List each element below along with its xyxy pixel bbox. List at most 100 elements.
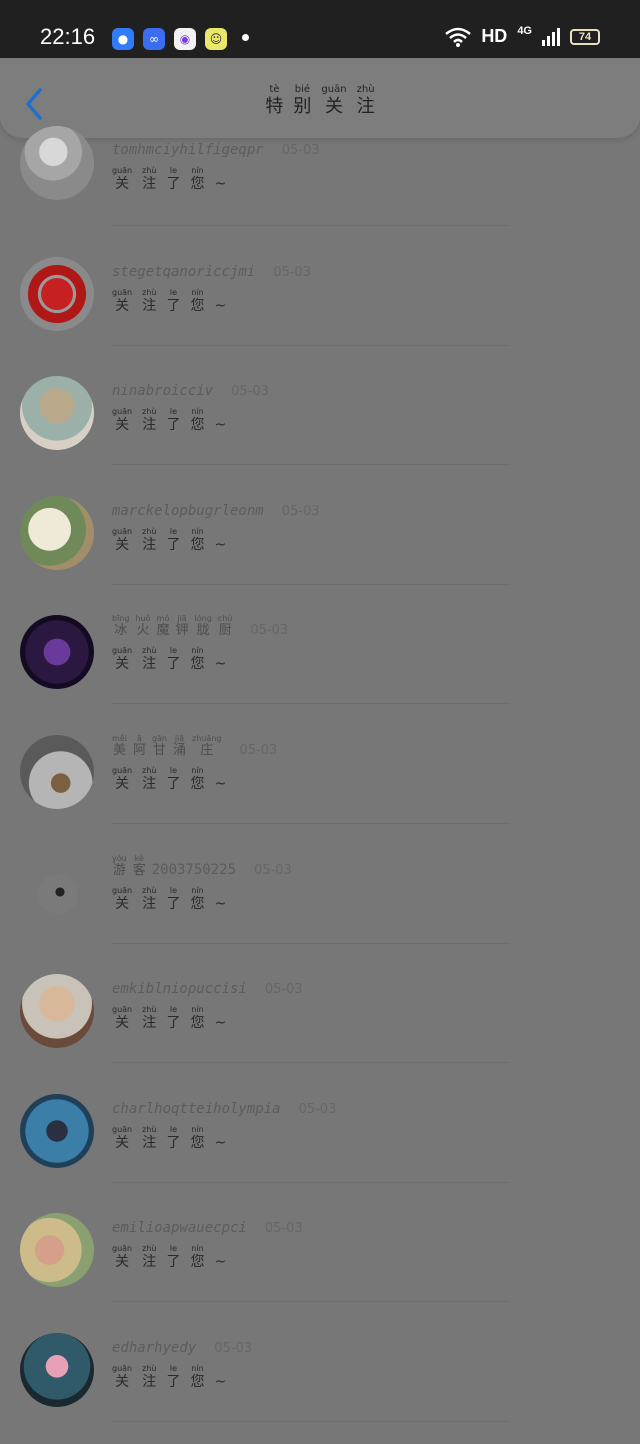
name-line: yóu 游 kè 客 2003750225 05-03 [112, 854, 292, 878]
list-item[interactable]: stegetqanoriccjmi 05-03 guān 关 zhù 注 le 了 nín 您 ~ [0, 248, 640, 368]
hanzi-text: 客 [132, 862, 146, 878]
pinyin-text: nín [191, 1005, 204, 1015]
pinyin-text: nín [191, 766, 204, 775]
hanzi-text: 注 [142, 297, 157, 314]
followed-you-text: guān 关 zhù 注 le 了 nín 您 ~ [112, 1244, 226, 1270]
name-line: stegetqanoriccjmi 05-03 [112, 264, 311, 280]
list-item[interactable]: marckelopbugrleonm 05-03 guān 关 zhù 注 le 了 nín 您 ~ [0, 487, 640, 607]
list-item[interactable]: emkiblniopuccisi 05-03 guān 关 zhù 注 le 了 nín 您 ~ [0, 965, 640, 1085]
avatar[interactable] [20, 126, 94, 200]
pinyin-text: nín [191, 1364, 204, 1373]
followed-char: guān 关 [112, 1005, 132, 1031]
user-name[interactable]: charlhoqtteiholympia [112, 1101, 281, 1117]
list-item[interactable]: měi 美 ā 阿 gān 甘 jiā 涌 zhuāng 庄 05-03 guān 关 zhù 注 le 了 ní… [0, 726, 640, 846]
pinyin-text: le [169, 526, 178, 536]
followed-char: guān 关 [112, 527, 132, 553]
pinyin-text: nín [191, 287, 204, 297]
followed-char: nín 您 [190, 288, 204, 314]
hanzi-text: 了 [166, 1134, 181, 1151]
hanzi-text: 关 [115, 1134, 130, 1151]
pinyin-text: le [169, 1005, 178, 1015]
follow-date: 05-03 [231, 384, 269, 400]
followed-char: nín 您 [190, 646, 204, 672]
hanzi-text: 您 [190, 776, 205, 792]
name-char: lóng 胧 [195, 614, 212, 638]
pinyin-text: guān [112, 885, 133, 895]
pinyin-text: tè [269, 84, 280, 95]
user-name[interactable]: edharhyedy [112, 1340, 196, 1356]
list-item[interactable]: bīng 冰 huǒ 火 mó 魔 jiā 钾 lóng 胧 chú 厨 05-03 guān 关 zhù 注 l… [0, 606, 640, 726]
tilde-suffix: ~ [214, 776, 227, 792]
avatar[interactable] [20, 974, 94, 1049]
avatar[interactable] [20, 1333, 94, 1407]
pinyin-text: le [169, 885, 178, 895]
user-name[interactable]: stegetqanoriccjmi [112, 264, 255, 280]
list-item[interactable]: emilioapwauecpci 05-03 guān 关 zhù 注 le 了 nín 您 ~ [0, 1204, 640, 1324]
list-item[interactable]: ninabroicciv 05-03 guān 关 zhù 注 le 了 nín 您 ~ [0, 367, 640, 487]
followed-char: guān 关 [112, 646, 132, 672]
hanzi-text: 了 [166, 776, 181, 792]
hanzi-text: 注 [142, 1254, 157, 1271]
tilde-suffix: ~ [214, 1254, 227, 1271]
followed-char: zhù 注 [142, 288, 156, 314]
followed-char: guān 关 [112, 166, 132, 192]
list-item[interactable]: tomhmciyhilfigeqpr 05-03 guān 关 zhù 注 le 了 nín 您 ~ [0, 126, 640, 248]
followed-char: zhù 注 [142, 166, 156, 192]
followed-char: guān 关 [112, 288, 132, 314]
user-name[interactable]: ninabroicciv [112, 383, 213, 399]
followed-char: zhù 注 [142, 646, 156, 672]
pinyin-text: guān [112, 407, 133, 417]
title-char: guān 关 [321, 84, 346, 118]
user-name[interactable]: yóu 游 kè 客 2003750225 [112, 854, 236, 878]
user-name[interactable]: tomhmciyhilfigeqpr [112, 142, 264, 158]
followed-you-text: guān 关 zhù 注 le 了 nín 您 ~ [112, 1125, 226, 1151]
pinyin-text: le [169, 766, 178, 775]
pinyin-text: guān [112, 287, 133, 297]
hanzi-text: 游 [112, 862, 126, 878]
hanzi-text: 关 [115, 1254, 130, 1271]
tilde-suffix: ~ [214, 536, 227, 553]
user-name[interactable]: emkiblniopuccisi [112, 981, 247, 997]
list-item[interactable]: edharhyedy 05-03 guān 关 zhù 注 le 了 nín 您 ~ [0, 1324, 640, 1444]
followed-char: le 了 [166, 527, 180, 553]
avatar[interactable] [20, 615, 94, 690]
divider [112, 1301, 510, 1303]
hanzi-text: 关 [115, 297, 130, 314]
hanzi-text: 关 [115, 1374, 130, 1390]
user-name[interactable]: marckelopbugrleonm [112, 503, 264, 519]
hanzi-text: 注 [142, 417, 157, 434]
followed-char: le 了 [166, 1125, 180, 1151]
user-name[interactable]: měi 美 ā 阿 gān 甘 jiā 涌 zhuāng 庄 [112, 734, 221, 758]
avatar[interactable] [20, 495, 94, 570]
followed-char: zhù 注 [142, 527, 156, 553]
hanzi-text: 您 [190, 1015, 205, 1032]
follow-date: 05-03 [281, 143, 320, 158]
hanzi-text: 关 [115, 895, 130, 912]
pinyin-text: zhù [142, 1005, 157, 1015]
avatar[interactable] [20, 1213, 94, 1288]
list-item[interactable]: yóu 游 kè 客 2003750225 05-03 guān 关 zhù 注 le 了 nín 您 ~ [0, 846, 640, 966]
followed-you-text: guān 关 zhù 注 le 了 nín 您 ~ [112, 886, 226, 912]
avatar[interactable] [20, 1093, 94, 1168]
list-item[interactable]: charlhoqtteiholympia 05-03 guān 关 zhù 注 le 了 nín… [0, 1085, 640, 1205]
divider [112, 583, 510, 585]
followed-char: guān 关 [112, 407, 132, 433]
tilde-suffix: ~ [214, 297, 227, 314]
user-name[interactable]: bīng 冰 huǒ 火 mó 魔 jiā 钾 lóng 胧 chú 厨 [112, 614, 232, 638]
follow-date: 05-03 [281, 503, 320, 519]
hanzi-text: 您 [190, 176, 205, 192]
pinyin-text: guān [112, 1244, 133, 1254]
hanzi-text: 您 [190, 536, 205, 553]
avatar[interactable] [38, 873, 78, 914]
divider [112, 942, 510, 944]
followed-char: le 了 [166, 288, 180, 314]
user-name[interactable]: emilioapwauecpci [112, 1220, 247, 1236]
avatar[interactable] [20, 735, 94, 809]
name-char: jiā 钾 [176, 614, 189, 638]
avatar[interactable] [20, 256, 94, 331]
hanzi-text: 了 [166, 536, 181, 553]
hanzi-text: 涌 [173, 743, 187, 758]
divider [112, 464, 510, 466]
avatar[interactable] [20, 376, 94, 451]
followed-char: nín 您 [190, 886, 204, 912]
